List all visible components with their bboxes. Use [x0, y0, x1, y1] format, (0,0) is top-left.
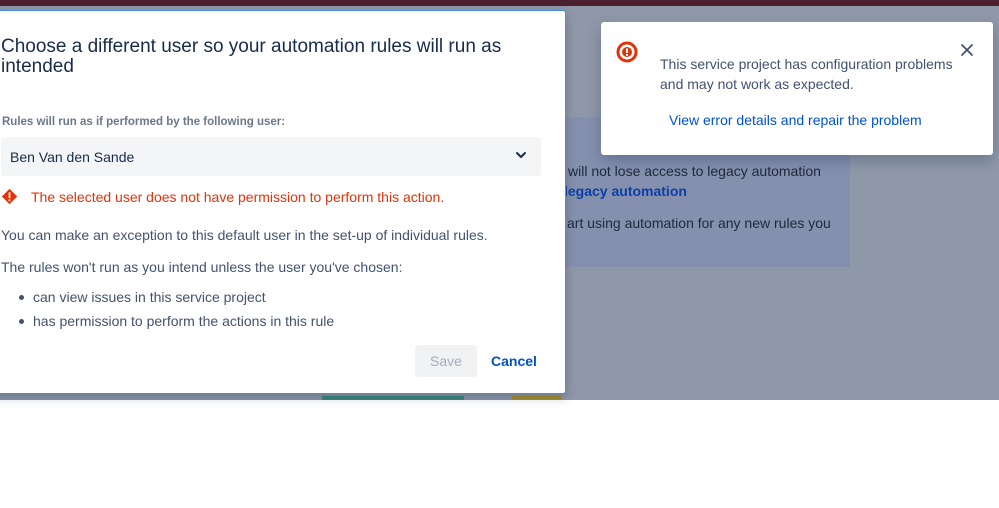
legacy-automation-link: legacy automation — [564, 183, 687, 199]
requirements-intro: The rules won't run as you intend unless… — [1, 259, 403, 275]
selected-user-value: Ben Van den Sande — [10, 149, 135, 165]
view-error-details-link[interactable]: View error details and repair the proble… — [669, 112, 922, 128]
error-icon — [1, 188, 18, 205]
cancel-button[interactable]: Cancel — [485, 345, 537, 377]
dialog-title: Choose a different user so your automati… — [1, 36, 502, 77]
user-select[interactable]: Ben Van den Sande — [1, 137, 541, 176]
panel-text-line: art using automation for any new rules y… — [567, 215, 831, 231]
chevron-down-icon — [516, 152, 526, 158]
exception-text: You can make an exception to this defaul… — [1, 227, 488, 243]
top-navigation-bar — [0, 0, 999, 6]
requirements-list: can view issues in this service project … — [1, 288, 334, 336]
flag-message: This service project has configuration p… — [660, 56, 953, 92]
configuration-error-flag: This service project has configuration p… — [601, 22, 993, 155]
list-item: has permission to perform the actions in… — [1, 312, 334, 336]
error-circle-icon — [616, 41, 638, 63]
background-button — [512, 396, 562, 400]
background-button — [322, 396, 464, 400]
choose-user-dialog: Choose a different user so your automati… — [0, 10, 566, 394]
close-icon[interactable] — [959, 42, 975, 58]
error-message: The selected user does not have permissi… — [31, 189, 445, 205]
panel-text-line: will not lose access to legacy automatio… — [568, 163, 821, 179]
list-item: can view issues in this service project — [1, 288, 334, 312]
user-field-label: Rules will run as if performed by the fo… — [2, 116, 286, 128]
save-button[interactable]: Save — [415, 345, 477, 377]
